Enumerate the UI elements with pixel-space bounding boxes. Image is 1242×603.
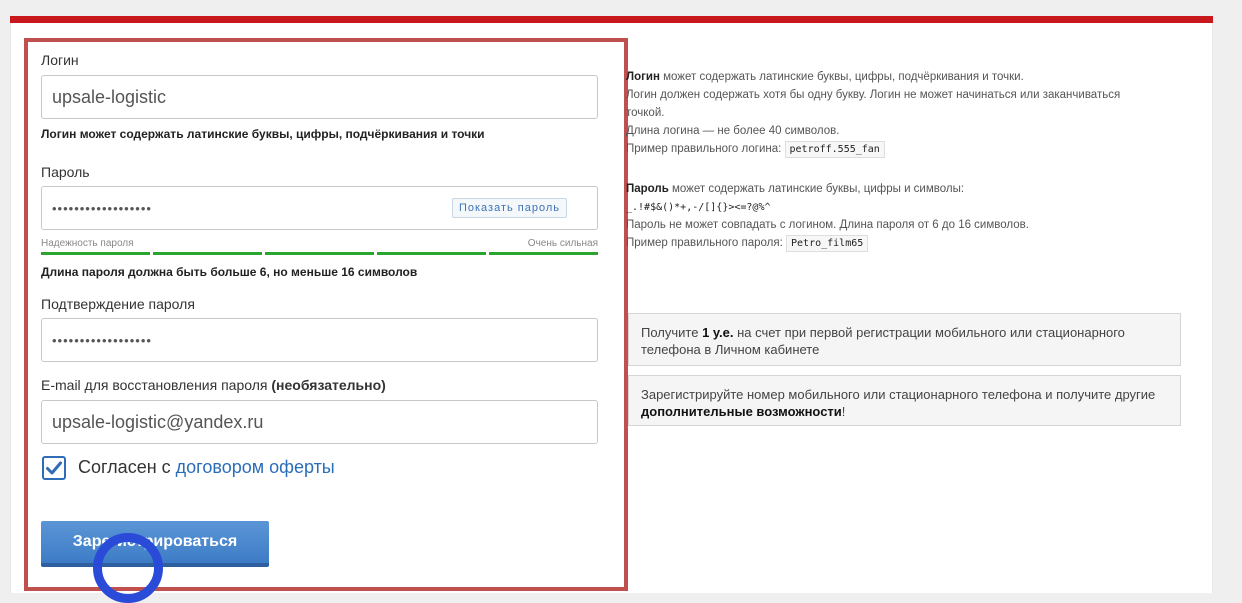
- login-rule-3: точкой.: [626, 107, 665, 119]
- confirm-password-value: ••••••••••••••••••: [52, 332, 152, 348]
- strength-label: Надежность пароля: [41, 238, 134, 249]
- password-rule-2: Пароль не может совпадать с логином. Дли…: [626, 219, 1029, 231]
- bonus-info-box: Получите 1 у.е. на счет при первой регис…: [628, 313, 1181, 366]
- check-icon: [46, 461, 62, 475]
- features-text-post: !: [841, 404, 846, 419]
- password-rules: Пароль может содержать латинские буквы, …: [626, 180, 1029, 252]
- login-rules: Логин может содержать латинские буквы, ц…: [626, 68, 1120, 158]
- strength-segment: [153, 252, 262, 255]
- features-bold: дополнительные возможности: [641, 404, 842, 419]
- offer-link[interactable]: договором оферты: [176, 457, 335, 477]
- confirm-password-label: Подтверждение пароля: [41, 296, 195, 312]
- login-rule-4: Длина логина — не более 40 символов.: [626, 125, 840, 137]
- strength-segment: [41, 252, 150, 255]
- strength-segment: [265, 252, 374, 255]
- show-password-button[interactable]: Показать пароль: [451, 198, 567, 218]
- email-value: upsale-logistic@yandex.ru: [52, 411, 264, 432]
- features-info-box: Зарегистрируйте номер мобильного или ста…: [628, 375, 1181, 426]
- login-example-label: Пример правильного логина:: [626, 143, 782, 155]
- email-label-text: E-mail для восстановления пароля: [41, 377, 268, 393]
- features-text-pre: Зарегистрируйте номер мобильного или ста…: [641, 387, 1156, 402]
- password-rule-1: может содержать латинские буквы, цифры и…: [668, 183, 965, 195]
- agree-label: Согласен с: [78, 457, 176, 477]
- password-field[interactable]: •••••••••••••••••• Показать пароль: [41, 186, 598, 230]
- bonus-amount: 1 у.е.: [702, 325, 734, 340]
- password-example: Petro_film65: [786, 235, 869, 252]
- login-rule-1: может содержать латинские буквы, цифры, …: [659, 71, 1024, 83]
- login-hint: Логин может содержать латинские буквы, ц…: [41, 127, 485, 141]
- agree-checkbox[interactable]: [42, 456, 66, 480]
- click-indicator: [93, 533, 163, 603]
- confirm-password-field[interactable]: ••••••••••••••••••: [41, 318, 598, 362]
- login-field[interactable]: upsale-logistic: [41, 75, 598, 119]
- email-optional: (необязательно): [271, 377, 386, 393]
- password-value: ••••••••••••••••••: [52, 200, 152, 216]
- password-symbols: _.!#$&()*+,-/[]{}><=?@%^: [626, 202, 771, 213]
- password-strength-meter: [41, 252, 598, 255]
- bonus-text-pre: Получите: [641, 325, 703, 340]
- login-rule-2: Логин должен содержать хотя бы одну букв…: [626, 89, 1121, 101]
- password-label: Пароль: [41, 164, 90, 180]
- password-hint: Длина пароля должна быть больше 6, но ме…: [41, 265, 418, 279]
- strength-segment: [489, 252, 598, 255]
- login-rules-title: Логин: [626, 71, 660, 83]
- email-label: E-mail для восстановления пароля (необяз…: [41, 377, 386, 393]
- password-example-label: Пример правильного пароля:: [626, 237, 783, 249]
- email-field[interactable]: upsale-logistic@yandex.ru: [41, 400, 598, 444]
- login-label: Логин: [41, 52, 79, 68]
- login-example: petroff.555_fan: [784, 141, 885, 158]
- login-value: upsale-logistic: [52, 86, 167, 107]
- agree-text: Согласен с договором оферты: [78, 457, 335, 478]
- brand-top-bar: [10, 16, 1213, 23]
- focus-highlight-box: [24, 38, 628, 591]
- password-rules-title: Пароль: [626, 183, 669, 195]
- strength-segment: [377, 252, 486, 255]
- strength-value: Очень сильная: [527, 238, 598, 249]
